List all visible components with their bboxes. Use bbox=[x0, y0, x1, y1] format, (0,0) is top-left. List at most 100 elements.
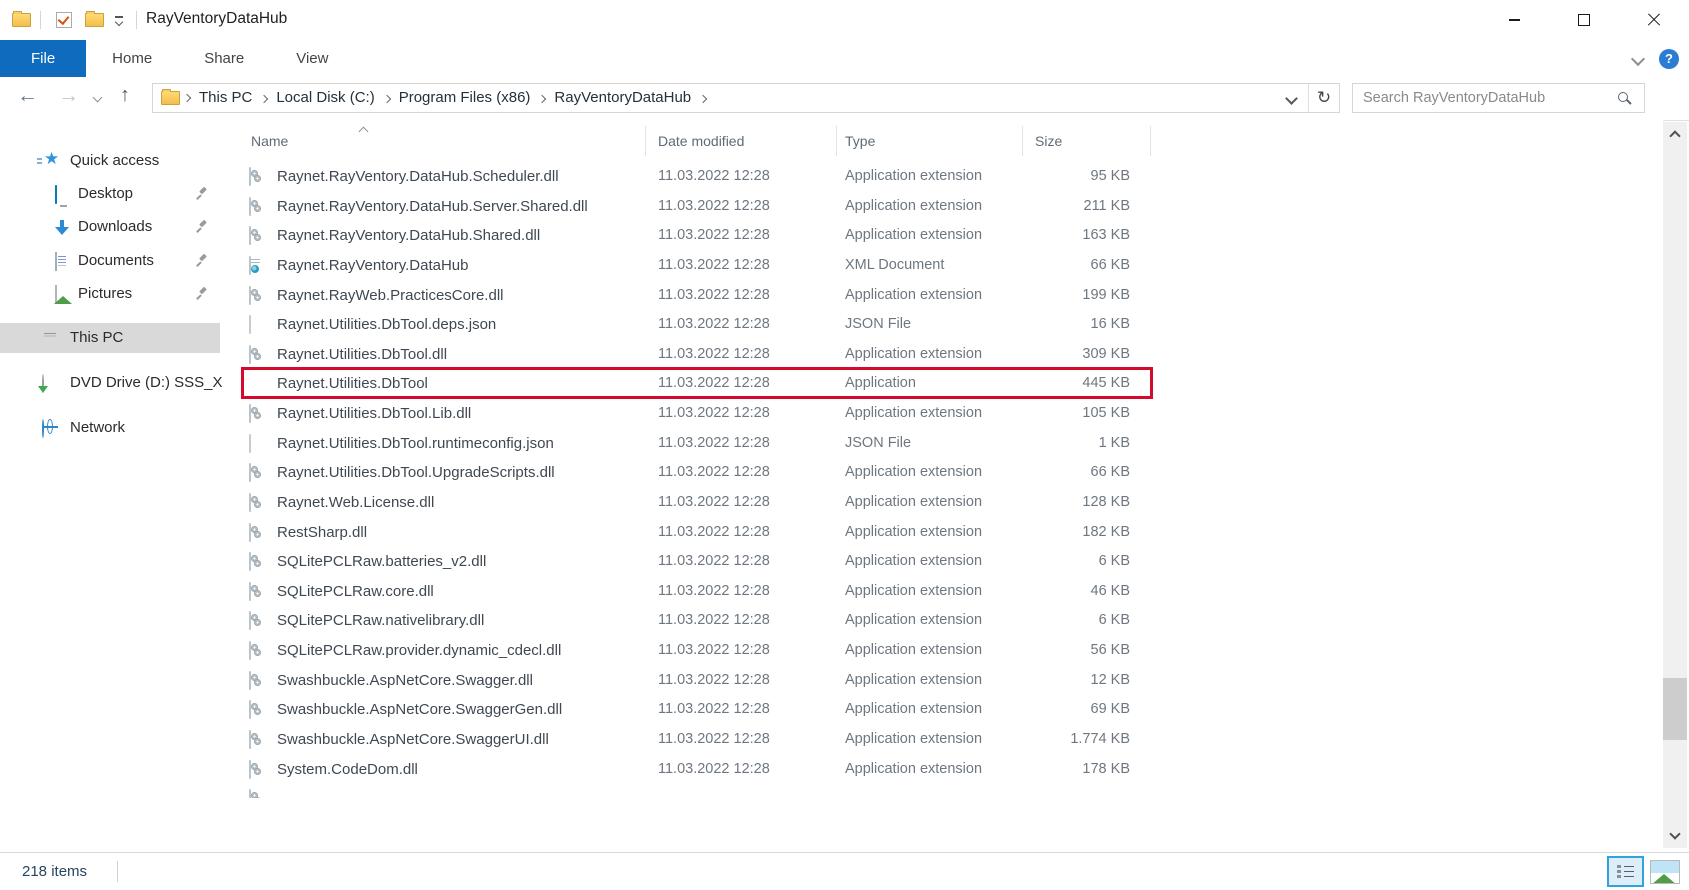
sidebar-item-network[interactable]: Network bbox=[0, 413, 220, 443]
sidebar-item-dvd-drive-d-sss-x[interactable]: DVD Drive (D:) SSS_X bbox=[0, 368, 220, 398]
file-name-cell: System.CodeDom.dll bbox=[277, 761, 647, 778]
type-cell: XML Document bbox=[845, 257, 1020, 273]
table-row[interactable]: SQLitePCLRaw.provider.dynamic_cdecl.dll1… bbox=[222, 636, 1663, 666]
column-header-name[interactable]: Name bbox=[251, 133, 288, 149]
sidebar-item-pictures[interactable]: Pictures bbox=[0, 279, 220, 309]
file-name-cell: Raynet.RayVentory.DataHub.Shared.dll bbox=[277, 227, 647, 244]
table-row[interactable]: Raynet.Utilities.DbTool.dll11.03.2022 12… bbox=[222, 340, 1663, 370]
file-name-cell: Raynet.Web.License.dll bbox=[277, 494, 647, 511]
json-file-icon bbox=[249, 434, 251, 453]
file-name-cell: Swashbuckle.AspNetCore.SwaggerGen.dll bbox=[277, 701, 647, 718]
tab-file[interactable]: File bbox=[0, 40, 86, 77]
search-input[interactable] bbox=[1353, 84, 1644, 112]
sidebar-item-this-pc[interactable]: This PC bbox=[0, 323, 220, 353]
sidebar-item-desktop[interactable]: Desktop bbox=[0, 179, 220, 209]
folder-icon[interactable] bbox=[85, 13, 104, 27]
dll-file-icon bbox=[249, 789, 251, 798]
details-view-button[interactable] bbox=[1607, 856, 1644, 887]
table-row[interactable]: Raynet.Utilities.DbTool.Lib.dll11.03.202… bbox=[222, 399, 1663, 429]
address-bar[interactable]: This PC Local Disk (C:) Program Files (x86… bbox=[152, 83, 1340, 113]
dvd-drive-icon bbox=[42, 374, 44, 393]
date-modified-cell: 11.03.2022 12:28 bbox=[658, 346, 833, 362]
scrollbar-thumb[interactable] bbox=[1663, 678, 1687, 740]
table-row[interactable]: Swashbuckle.AspNetCore.SwaggerGen.dll11.… bbox=[222, 695, 1663, 725]
breadcrumb-separator[interactable] bbox=[260, 95, 268, 103]
thumbnail-view-button[interactable] bbox=[1650, 860, 1680, 884]
close-button[interactable] bbox=[1619, 0, 1689, 40]
table-row[interactable]: SQLitePCLRaw.batteries_v2.dll11.03.2022 … bbox=[222, 547, 1663, 577]
breadcrumb-item[interactable]: This PC bbox=[194, 89, 257, 106]
scroll-up-icon[interactable] bbox=[1669, 130, 1680, 141]
details-view-icon bbox=[1617, 864, 1634, 880]
file-name-cell: SQLitePCLRaw.nativelibrary.dll bbox=[277, 612, 647, 629]
column-header-date-modified[interactable]: Date modified bbox=[658, 133, 744, 149]
file-list-pane: Name Date modified Type Size Raynet.RayV… bbox=[222, 120, 1663, 852]
tab-view[interactable]: View bbox=[270, 40, 354, 77]
file-icon-cell bbox=[249, 583, 267, 601]
forward-arrow-icon[interactable]: → bbox=[58, 85, 79, 106]
table-row[interactable]: Swashbuckle.AspNetCore.Swagger.dll11.03.… bbox=[222, 666, 1663, 696]
table-row[interactable]: Raynet.Utilities.DbTool.UpgradeScripts.d… bbox=[222, 458, 1663, 488]
table-row[interactable]: Raynet.Utilities.DbTool.deps.json11.03.2… bbox=[222, 310, 1663, 340]
table-row[interactable]: Raynet.Utilities.DbTool.runtimeconfig.js… bbox=[222, 429, 1663, 459]
up-arrow-icon[interactable]: ↑ bbox=[120, 85, 130, 105]
date-modified-cell: 11.03.2022 12:28 bbox=[658, 227, 833, 243]
vertical-scrollbar[interactable] bbox=[1663, 122, 1687, 848]
column-divider bbox=[1150, 126, 1151, 156]
minimize-button[interactable] bbox=[1479, 0, 1549, 40]
qat-dropdown-icon[interactable] bbox=[114, 16, 124, 26]
file-name-cell: Raynet.Utilities.DbTool.runtimeconfig.js… bbox=[277, 435, 647, 452]
column-divider bbox=[645, 126, 646, 156]
back-arrow-icon[interactable]: ← bbox=[17, 85, 38, 106]
table-row[interactable]: SQLitePCLRaw.nativelibrary.dll11.03.2022… bbox=[222, 606, 1663, 636]
column-header-size[interactable]: Size bbox=[1035, 133, 1062, 149]
table-row[interactable]: Raynet.RayWeb.PracticesCore.dll11.03.202… bbox=[222, 281, 1663, 311]
table-row[interactable]: Raynet.RayVentory.DataHub.Server.Shared.… bbox=[222, 192, 1663, 222]
maximize-button[interactable] bbox=[1549, 0, 1619, 40]
sidebar-item-quick-access[interactable]: Quick access bbox=[0, 146, 220, 176]
file-name-cell: SQLitePCLRaw.provider.dynamic_cdecl.dll bbox=[277, 642, 647, 659]
breadcrumb-separator[interactable] bbox=[538, 95, 546, 103]
help-icon[interactable]: ? bbox=[1659, 49, 1679, 69]
table-row[interactable]: Raynet.Utilities.DbTool11.03.2022 12:28A… bbox=[222, 369, 1663, 399]
address-folder-icon bbox=[161, 91, 180, 105]
ribbon-collapse-icon[interactable] bbox=[1631, 51, 1645, 65]
tab-share[interactable]: Share bbox=[178, 40, 270, 77]
breadcrumb-item[interactable]: Local Disk (C:) bbox=[271, 89, 379, 106]
type-cell: Application extension bbox=[845, 287, 1020, 303]
table-row[interactable]: Raynet.RayVentory.DataHub.Shared.dll 11.0… bbox=[222, 221, 1663, 251]
network-icon bbox=[42, 419, 44, 438]
sidebar-item-documents[interactable]: Documents bbox=[0, 246, 220, 276]
address-dropdown-icon[interactable] bbox=[1285, 92, 1298, 105]
breadcrumb-item[interactable]: Program Files (x86) bbox=[394, 89, 536, 106]
dll-file-icon bbox=[249, 167, 251, 186]
search-icon bbox=[1618, 92, 1628, 102]
size-cell: 105 KB bbox=[1020, 405, 1130, 421]
refresh-icon[interactable]: ↻ bbox=[1309, 84, 1339, 112]
table-row[interactable]: Swashbuckle.AspNetCore.SwaggerUI.dll11.0… bbox=[222, 725, 1663, 755]
breadcrumb-item[interactable]: RayVentoryDataHub bbox=[549, 89, 696, 106]
table-row[interactable]: Raynet.RayVentory.DataHub.Scheduler.dll1… bbox=[222, 162, 1663, 192]
check-quick-access-icon[interactable] bbox=[56, 12, 72, 28]
breadcrumb-separator[interactable] bbox=[699, 95, 707, 103]
tab-home[interactable]: Home bbox=[86, 40, 178, 77]
type-cell: JSON File bbox=[845, 316, 1020, 332]
table-row[interactable]: RestSharp.dll11.03.2022 12:28Application… bbox=[222, 518, 1663, 548]
table-row[interactable]: Raynet.Web.License.dll11.03.2022 12:28Ap… bbox=[222, 488, 1663, 518]
scroll-down-icon[interactable] bbox=[1669, 828, 1680, 839]
table-row[interactable]: SQLitePCLRaw.core.dll11.03.2022 12:28App… bbox=[222, 577, 1663, 607]
recent-locations-chevron-icon[interactable] bbox=[93, 93, 103, 103]
file-icon-cell bbox=[249, 405, 267, 423]
dll-file-icon bbox=[249, 700, 251, 719]
file-icon-cell bbox=[249, 553, 267, 571]
file-icon-cell bbox=[249, 642, 267, 660]
table-row[interactable]: Raynet.RayVentory.DataHub11.03.2022 12:2… bbox=[222, 251, 1663, 281]
table-row[interactable]: System.CodeDom.dll11.03.2022 12:28Applic… bbox=[222, 755, 1663, 785]
breadcrumb-separator[interactable] bbox=[382, 95, 390, 103]
sidebar-item-label: Network bbox=[70, 419, 125, 436]
column-header-type[interactable]: Type bbox=[845, 133, 875, 149]
type-cell: Application extension bbox=[845, 731, 1020, 747]
file-icon-cell bbox=[249, 672, 267, 690]
sidebar-item-downloads[interactable]: Downloads bbox=[0, 212, 220, 242]
size-cell: 182 KB bbox=[1020, 524, 1130, 540]
